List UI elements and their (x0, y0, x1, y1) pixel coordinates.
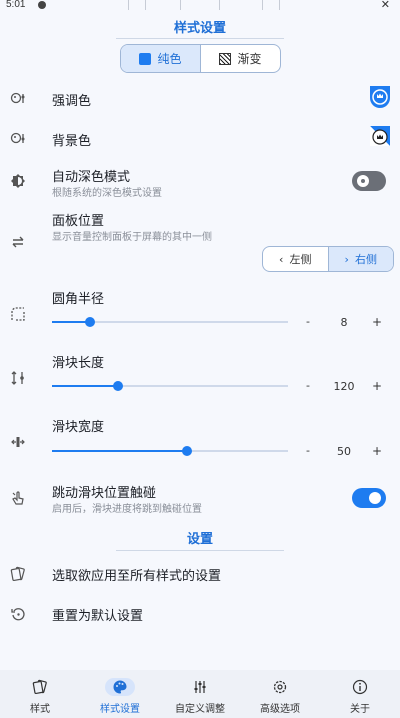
status-fragment (128, 0, 146, 10)
vertical-arrows-slider-icon (10, 370, 26, 386)
panel-position-description: 显示音量控制面板于屏幕的其中一侧 (52, 232, 212, 243)
reset-defaults-button[interactable]: 重置为默认设置 (52, 605, 143, 624)
slider-fill (52, 450, 187, 452)
style-mode-gradient-label: 渐变 (237, 52, 262, 66)
nav-item-label: 关于 (350, 704, 370, 715)
status-close-icon: ✕ (380, 0, 390, 11)
status-time: 5:01 (6, 0, 26, 10)
title-divider (116, 38, 284, 39)
switch-knob (369, 492, 381, 504)
nav-item-label: 样式设置 (100, 704, 140, 715)
nav-item-label: 自定义调整 (175, 704, 225, 715)
panel-side-right[interactable]: › 右侧 (327, 247, 393, 271)
slider-thumb[interactable] (113, 381, 124, 391)
horizontal-arrows-slider-icon (10, 434, 26, 450)
styles-stack-icon (10, 566, 26, 582)
slider-length-decrement-button[interactable]: - (306, 379, 310, 392)
slider-thumb[interactable] (84, 317, 95, 327)
nav-item-styles[interactable]: 样式 (0, 670, 80, 718)
style-mode-solid-label: 纯色 (157, 52, 182, 66)
corner-radius-value: 8 (340, 316, 348, 329)
settings-section-title: 设置 (186, 532, 213, 547)
switch-knob (357, 175, 369, 187)
chevron-right-icon: › (344, 252, 349, 266)
slider-fill (52, 385, 119, 387)
sliders-icon (185, 678, 215, 696)
solid-square-icon (139, 52, 152, 65)
style-mode-gradient[interactable]: 渐变 (201, 45, 280, 72)
background-color-label: 背景色 (52, 134, 92, 149)
panel-side-toggle[interactable]: ‹ 左侧 › 右侧 (262, 246, 394, 272)
info-icon (345, 678, 375, 696)
reset-icon (10, 606, 26, 622)
jump-touch-switch[interactable] (352, 488, 386, 508)
panel-side-right-label: 右侧 (354, 253, 377, 266)
slider-thumb[interactable] (181, 446, 192, 456)
slider-length-slider[interactable] (52, 381, 288, 391)
panel-side-left[interactable]: ‹ 左侧 (263, 247, 328, 271)
corner-radius-decrement-button[interactable]: - (306, 315, 310, 328)
nav-item-advanced[interactable]: 高级选项 (240, 670, 320, 718)
page-title: 样式设置 (173, 21, 226, 36)
nav-item-about[interactable]: 关于 (320, 670, 400, 718)
status-fragment (262, 0, 280, 10)
swap-arrows-icon (10, 234, 26, 250)
slider-width-label: 滑块宽度 (52, 420, 105, 435)
jump-touch-description: 启用后，滑块进度将跳到触碰位置 (52, 504, 202, 515)
style-mode-solid[interactable]: 纯色 (121, 45, 201, 72)
nav-item-custom-adjust[interactable]: 自定义调整 (160, 670, 240, 718)
gear-icon (265, 678, 295, 696)
status-fragment (180, 0, 220, 10)
palette-pin-icon (10, 130, 26, 146)
touch-icon (10, 490, 26, 506)
slider-width-decrement-button[interactable]: - (306, 444, 310, 457)
panel-side-left-label: 左侧 (289, 253, 312, 266)
slider-width-slider[interactable] (52, 446, 288, 456)
corner-radius-slider[interactable] (52, 317, 288, 327)
bottom-navigation: 样式 样式设置 自定义调整 高级选项 关于 (0, 670, 400, 718)
corner-radius-increment-button[interactable]: + (372, 315, 382, 329)
slider-length-value: 120 (333, 380, 355, 393)
slider-length-increment-button[interactable]: + (372, 379, 382, 393)
accent-color-swatch[interactable] (366, 84, 392, 110)
gradient-square-icon (219, 52, 232, 65)
styles-icon (25, 678, 55, 696)
nav-item-label: 样式 (30, 704, 50, 715)
dark-mode-switch[interactable] (352, 171, 386, 191)
brightness-icon (10, 173, 26, 189)
jump-touch-label: 跳动滑块位置触碰 (52, 486, 157, 501)
nav-item-style-settings[interactable]: 样式设置 (80, 670, 160, 718)
dark-mode-description: 根随系统的深色模式设置 (52, 188, 162, 199)
palette-pin-icon (10, 90, 26, 106)
style-mode-toggle[interactable]: 纯色 渐变 (120, 44, 281, 73)
slider-width-increment-button[interactable]: + (372, 444, 382, 458)
accent-color-label: 强调色 (52, 94, 92, 109)
palette-icon (105, 678, 135, 696)
corner-radius-icon (10, 306, 26, 322)
nav-item-label: 高级选项 (260, 704, 300, 715)
settings-divider (116, 550, 284, 551)
background-color-swatch[interactable] (366, 124, 392, 150)
corner-radius-label: 圆角半径 (52, 292, 105, 307)
status-notification-icon (38, 1, 46, 9)
apply-all-button[interactable]: 选取欲应用至所有样式的设置 (52, 565, 221, 584)
status-bar: 5:01 ✕ (0, 0, 400, 12)
slider-width-value: 50 (337, 445, 351, 458)
dark-mode-label: 自动深色模式 (52, 170, 131, 185)
panel-position-label: 面板位置 (52, 214, 105, 229)
chevron-left-icon: ‹ (279, 252, 284, 266)
slider-length-label: 滑块长度 (52, 356, 105, 371)
